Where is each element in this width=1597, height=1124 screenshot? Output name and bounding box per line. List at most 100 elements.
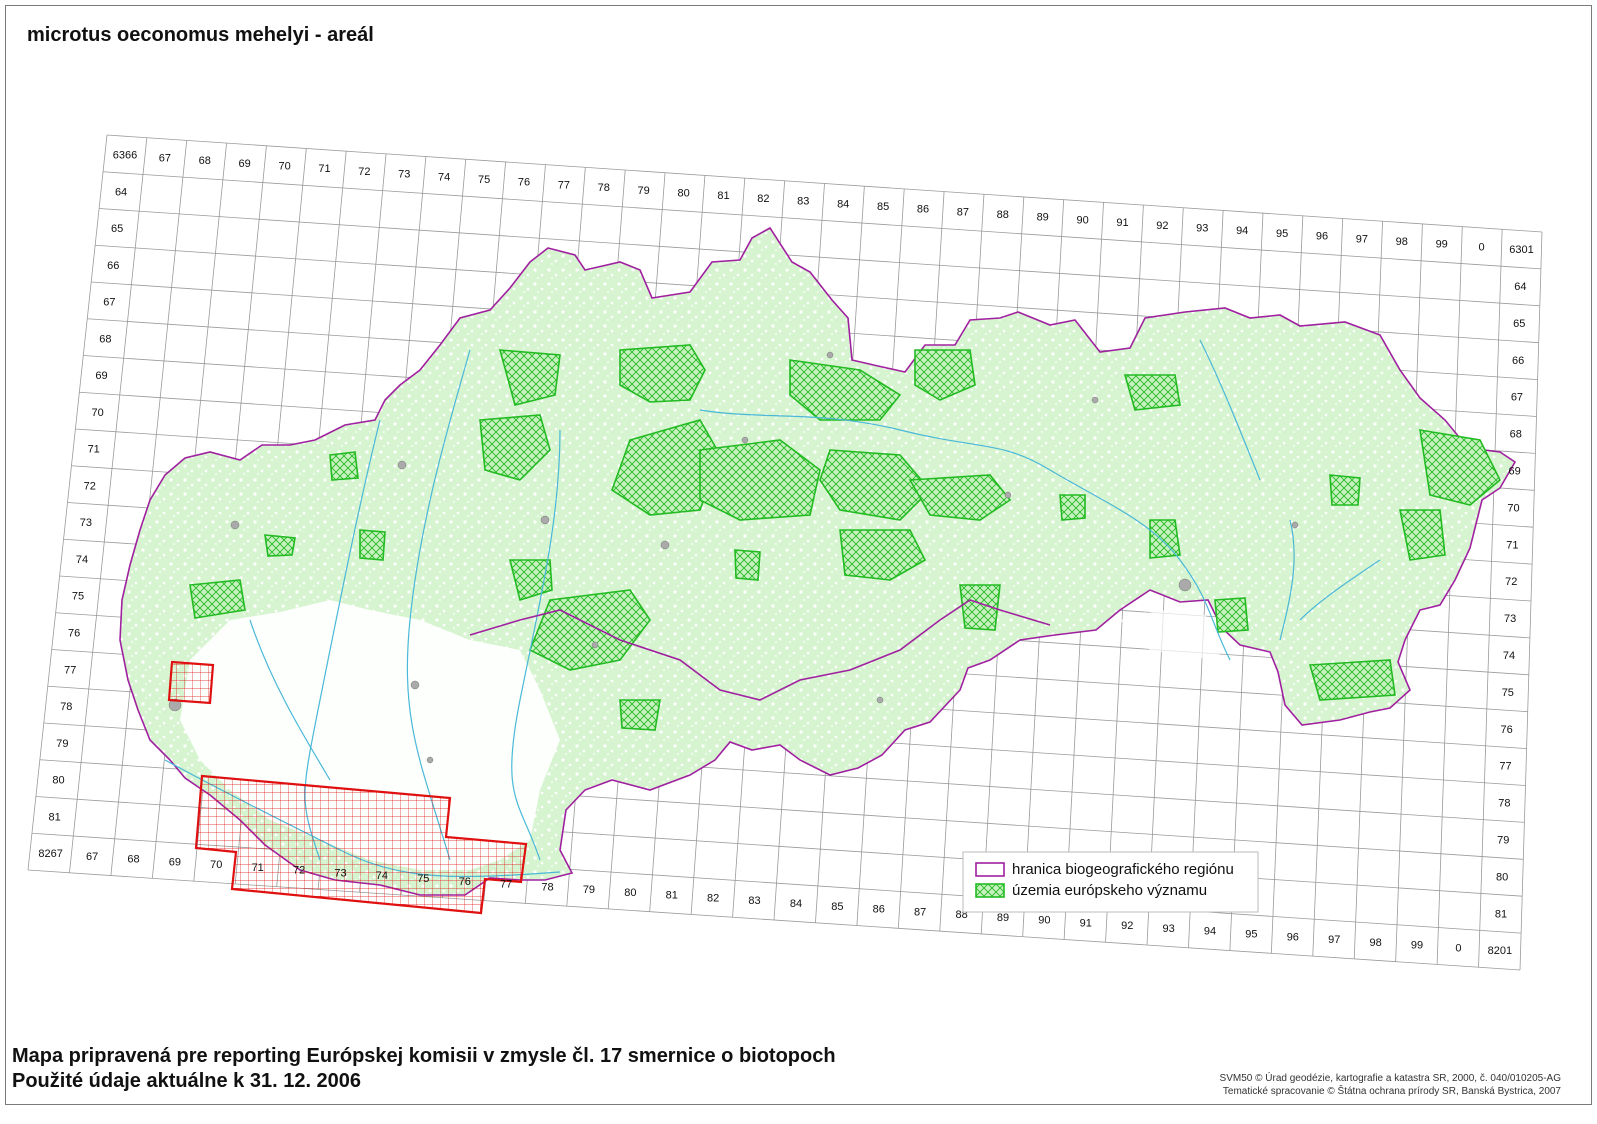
grid-label-bottom: 97 (1328, 934, 1340, 946)
grid-label-top: 70 (278, 161, 290, 173)
grid-label-left: 79 (56, 738, 68, 750)
grid-label-bottom: 94 (1204, 926, 1216, 938)
grid-label-top: 76 (518, 177, 530, 189)
grid-label-left: 64 (115, 186, 127, 198)
grid-label-top: 98 (1396, 236, 1408, 248)
grid-label-bottom: 81 (666, 890, 678, 902)
grid-label-top: 67 (159, 152, 171, 164)
grid-label-bottom: 73 (334, 867, 346, 879)
grid-label-bottom: 75 (417, 873, 429, 885)
grid-label-left: 70 (91, 407, 103, 419)
grid-label-right: 68 (1510, 429, 1522, 441)
grid-label-bottom: 72 (293, 865, 305, 877)
grid-label-right: 70 (1507, 502, 1519, 514)
grid-label-left: 81 (48, 811, 60, 823)
grid-label-left: 75 (72, 591, 84, 603)
grid-label-left: 76 (68, 628, 80, 640)
grid-label-bottom: 67 (86, 851, 98, 863)
credit-line-1: SVM50 © Úrad geodézie, kartografie a kat… (1219, 1073, 1561, 1084)
grid-label-bottom: 71 (252, 862, 264, 874)
grid-label-bottom: 78 (541, 881, 553, 893)
grid-label-bottom: 91 (1080, 917, 1092, 929)
grid-label-top: 84 (837, 198, 849, 210)
grid-label-bottom: 82 (707, 892, 719, 904)
grid-label-top: 95 (1276, 228, 1288, 240)
grid-label-bottom: 8201 (1488, 945, 1512, 957)
grid-label-left: 65 (111, 223, 123, 235)
grid-label-top: 77 (558, 179, 570, 191)
grid-label-left: 78 (60, 701, 72, 713)
grid-label-right: 80 (1496, 871, 1508, 883)
grid-label-left: 77 (64, 664, 76, 676)
grid-label-top: 89 (1037, 212, 1049, 224)
grid-label-top: 69 (239, 158, 251, 170)
grid-label-bottom: 68 (127, 854, 139, 866)
grid-label-left: 73 (80, 517, 92, 529)
lowland-area-east (1120, 610, 1230, 660)
grid-label-top: 68 (199, 155, 211, 167)
grid-label-right: 75 (1502, 687, 1514, 699)
grid-label-top: 85 (877, 201, 889, 213)
grid-label-top: 92 (1156, 220, 1168, 232)
grid-label-bottom: 69 (169, 856, 181, 868)
grid-label-top: 94 (1236, 225, 1248, 237)
legend-boundary-swatch (975, 862, 1005, 877)
grid-label-bottom: 99 (1411, 940, 1423, 952)
grid-label-right: 77 (1499, 761, 1511, 773)
grid-label-right: 74 (1503, 650, 1515, 662)
grid-label-top: 93 (1196, 223, 1208, 235)
grid-label-bottom: 0 (1455, 942, 1461, 954)
grid-label-bottom: 95 (1245, 929, 1257, 941)
grid-label-bottom: 85 (831, 901, 843, 913)
grid-label-top: 72 (358, 166, 370, 178)
grid-label-right: 69 (1509, 465, 1521, 477)
grid-label-right: 67 (1511, 392, 1523, 404)
footer-line-1: Mapa pripravená pre reporting Európskej … (12, 1045, 836, 1067)
grid-label-right: 65 (1513, 318, 1525, 330)
grid-label-right: 64 (1514, 281, 1526, 293)
grid-label-left: 74 (76, 554, 88, 566)
legend-item-boundary: hranica biogeografického regiónu (1012, 861, 1234, 878)
grid-label-top: 82 (757, 193, 769, 205)
grid-label-bottom: 90 (1038, 915, 1050, 927)
grid-label-top: 88 (997, 209, 1009, 221)
grid-label-right: 79 (1497, 834, 1509, 846)
grid-label-bottom: 87 (914, 906, 926, 918)
credit-line-2: Tematické spracovanie © Štátna ochrana p… (1222, 1086, 1561, 1097)
grid-label-top: 0 (1479, 241, 1485, 253)
grid-label-top: 71 (318, 163, 330, 175)
grid-label-bottom: 79 (583, 884, 595, 896)
grid-label-top: 73 (398, 169, 410, 181)
grid-label-top: 79 (638, 185, 650, 197)
grid-label-left: 72 (84, 480, 96, 492)
grid-label-right: 81 (1495, 908, 1507, 920)
grid-label-top: 80 (677, 187, 689, 199)
grid-label-top: 74 (438, 171, 450, 183)
grid-label-bottom: 8267 (38, 848, 62, 860)
grid-label-top: 97 (1356, 233, 1368, 245)
grid-row-line (103, 171, 1541, 270)
grid-label-left: 71 (88, 444, 100, 456)
grid-label-right: 76 (1501, 724, 1513, 736)
grid-label-left: 80 (52, 775, 64, 787)
grid-label-bottom: 70 (210, 859, 222, 871)
grid-label-top: 75 (478, 174, 490, 186)
grid-label-top: 99 (1436, 239, 1448, 251)
grid-label-bottom: 76 (459, 876, 471, 888)
legend: hranica biogeografického regiónu územia … (962, 851, 1259, 913)
footer-line-2: Použité údaje aktuálne k 31. 12. 2006 (12, 1070, 362, 1092)
grid-label-top: 86 (917, 204, 929, 216)
map-canvas: 6366 67 68 69 70 71 72 73 74 75 76 77 78 79 80 81 82 83 84… (27, 134, 1543, 971)
grid-label-bottom: 86 (873, 904, 885, 916)
grid-label-bottom: 84 (790, 898, 802, 910)
grid-label-bottom: 98 (1370, 937, 1382, 949)
grid-label-bottom: 96 (1287, 931, 1299, 943)
grid-label-top: 78 (598, 182, 610, 194)
grid-label-right: 66 (1512, 355, 1524, 367)
grid-label-left: 69 (95, 370, 107, 382)
grid-label-left: 67 (103, 297, 115, 309)
grid-label-bottom: 80 (624, 887, 636, 899)
grid-label-bottom: 83 (748, 895, 760, 907)
grid-label-left: 68 (99, 333, 111, 345)
legend-hatch-swatch (975, 883, 1005, 898)
